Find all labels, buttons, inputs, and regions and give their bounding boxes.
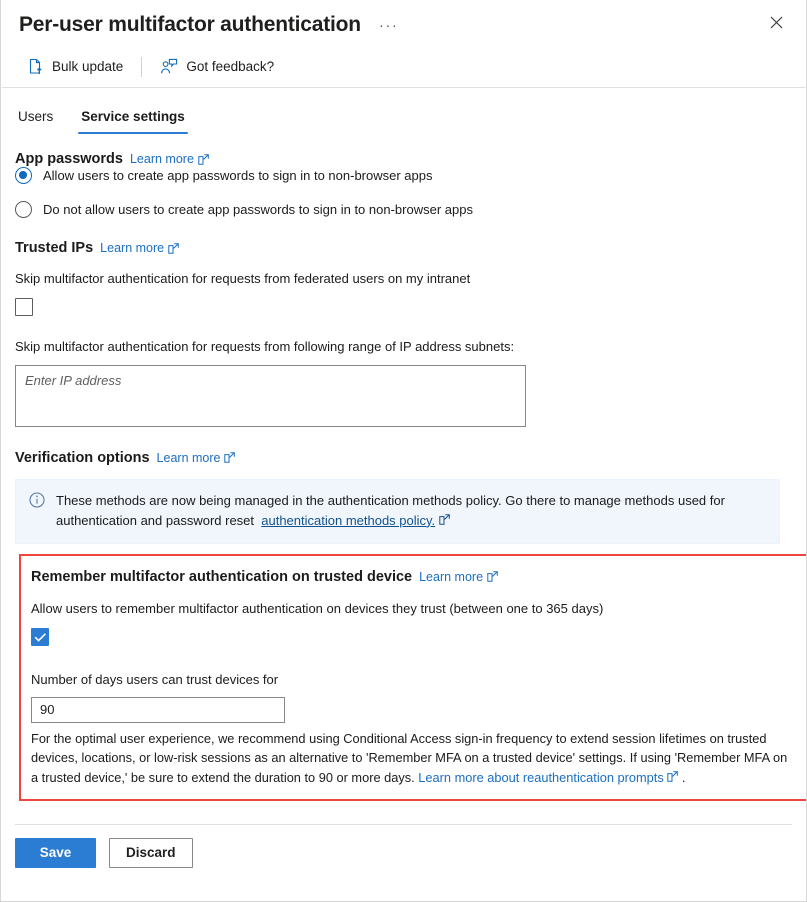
checkbox-allow-remember-mfa[interactable] bbox=[31, 627, 49, 646]
info-circle-icon bbox=[29, 492, 45, 531]
remember-mfa-note-period: . bbox=[681, 770, 686, 786]
app-passwords-heading: App passwords bbox=[15, 151, 123, 167]
got-feedback-button[interactable]: Got feedback? bbox=[154, 53, 280, 80]
external-link-icon bbox=[168, 242, 179, 254]
remember-mfa-heading: Remember multifactor authentication on t… bbox=[31, 568, 413, 585]
radio-label-disallow: Do not allow users to create app passwor… bbox=[43, 202, 473, 217]
remember-mfa-allow-label: Allow users to remember multifactor auth… bbox=[31, 600, 604, 616]
close-icon[interactable] bbox=[764, 10, 788, 34]
tab-users[interactable]: Users bbox=[15, 109, 56, 134]
external-link-icon bbox=[198, 153, 209, 165]
blade-per-user-mfa: Per-user multifactor authentication ··· … bbox=[0, 0, 807, 902]
external-link-icon bbox=[224, 452, 236, 463]
radio-allow-app-passwords[interactable]: Allow users to create app passwords to s… bbox=[15, 167, 792, 184]
checkbox-skip-mfa-federated[interactable] bbox=[15, 297, 33, 316]
command-bar: Bulk update Got feedback? bbox=[2, 46, 805, 88]
reauthentication-prompts-link[interactable]: Learn more about reauthentication prompt… bbox=[418, 770, 663, 785]
remember-mfa-learn-more-link[interactable]: Learn more bbox=[419, 570, 498, 584]
save-button[interactable]: Save bbox=[15, 838, 96, 869]
radio-indicator-allow[interactable] bbox=[15, 167, 32, 184]
ip-subnets-label: Skip multifactor authentication for requ… bbox=[15, 338, 515, 354]
authentication-methods-policy-link[interactable]: authentication methods policy. bbox=[261, 513, 435, 528]
got-feedback-label: Got feedback? bbox=[186, 59, 275, 74]
days-input[interactable] bbox=[31, 696, 285, 723]
radio-indicator-disallow[interactable] bbox=[15, 201, 32, 218]
footer-actions: Save Discard bbox=[1, 825, 806, 869]
bulk-update-icon bbox=[28, 58, 44, 75]
trusted-ips-section-header: Trusted IPs Learn more bbox=[15, 240, 792, 256]
blade-header: Per-user multifactor authentication ··· bbox=[1, 0, 806, 46]
verification-options-learn-more-link[interactable]: Learn more bbox=[157, 451, 236, 465]
settings-content: App passwords Learn more Allow users to … bbox=[1, 151, 806, 802]
info-banner-text: These methods are now being managed in t… bbox=[56, 491, 765, 531]
radio-disallow-app-passwords[interactable]: Do not allow users to create app passwor… bbox=[15, 201, 792, 218]
trusted-ips-learn-more-link[interactable]: Learn more bbox=[100, 241, 179, 255]
remember-mfa-note: For the optimal user experience, we reco… bbox=[31, 729, 793, 788]
verification-options-section-header: Verification options Learn more bbox=[15, 450, 792, 466]
feedback-person-icon bbox=[160, 58, 178, 75]
tab-list: Users Service settings bbox=[1, 88, 806, 135]
command-bar-separator bbox=[141, 56, 143, 77]
bulk-update-label: Bulk update bbox=[52, 59, 124, 74]
ip-address-textarea[interactable] bbox=[15, 364, 526, 427]
discard-button[interactable]: Discard bbox=[109, 838, 193, 869]
tab-service-settings[interactable]: Service settings bbox=[78, 109, 188, 135]
federated-users-label: Skip multifactor authentication for requ… bbox=[15, 271, 471, 286]
more-options-button[interactable]: ··· bbox=[379, 18, 399, 33]
days-field-label: Number of days users can trust devices f… bbox=[31, 671, 279, 687]
app-passwords-section-header: App passwords Learn more bbox=[15, 151, 792, 167]
external-link-icon bbox=[439, 514, 450, 525]
page-title: Per-user multifactor authentication bbox=[19, 12, 361, 36]
verification-options-heading: Verification options bbox=[15, 449, 150, 466]
app-passwords-learn-more-link[interactable]: Learn more bbox=[130, 152, 209, 166]
remember-mfa-section-header: Remember multifactor authentication on t… bbox=[31, 569, 800, 585]
radio-label-allow: Allow users to create app passwords to s… bbox=[43, 168, 433, 183]
bulk-update-button[interactable]: Bulk update bbox=[22, 53, 129, 80]
external-link-icon bbox=[487, 571, 498, 583]
remember-mfa-highlight-region: Remember multifactor authentication on t… bbox=[19, 553, 806, 802]
external-link-icon bbox=[667, 771, 679, 783]
trusted-ips-heading: Trusted IPs bbox=[15, 240, 94, 256]
auth-methods-info-banner: These methods are now being managed in t… bbox=[15, 478, 780, 544]
